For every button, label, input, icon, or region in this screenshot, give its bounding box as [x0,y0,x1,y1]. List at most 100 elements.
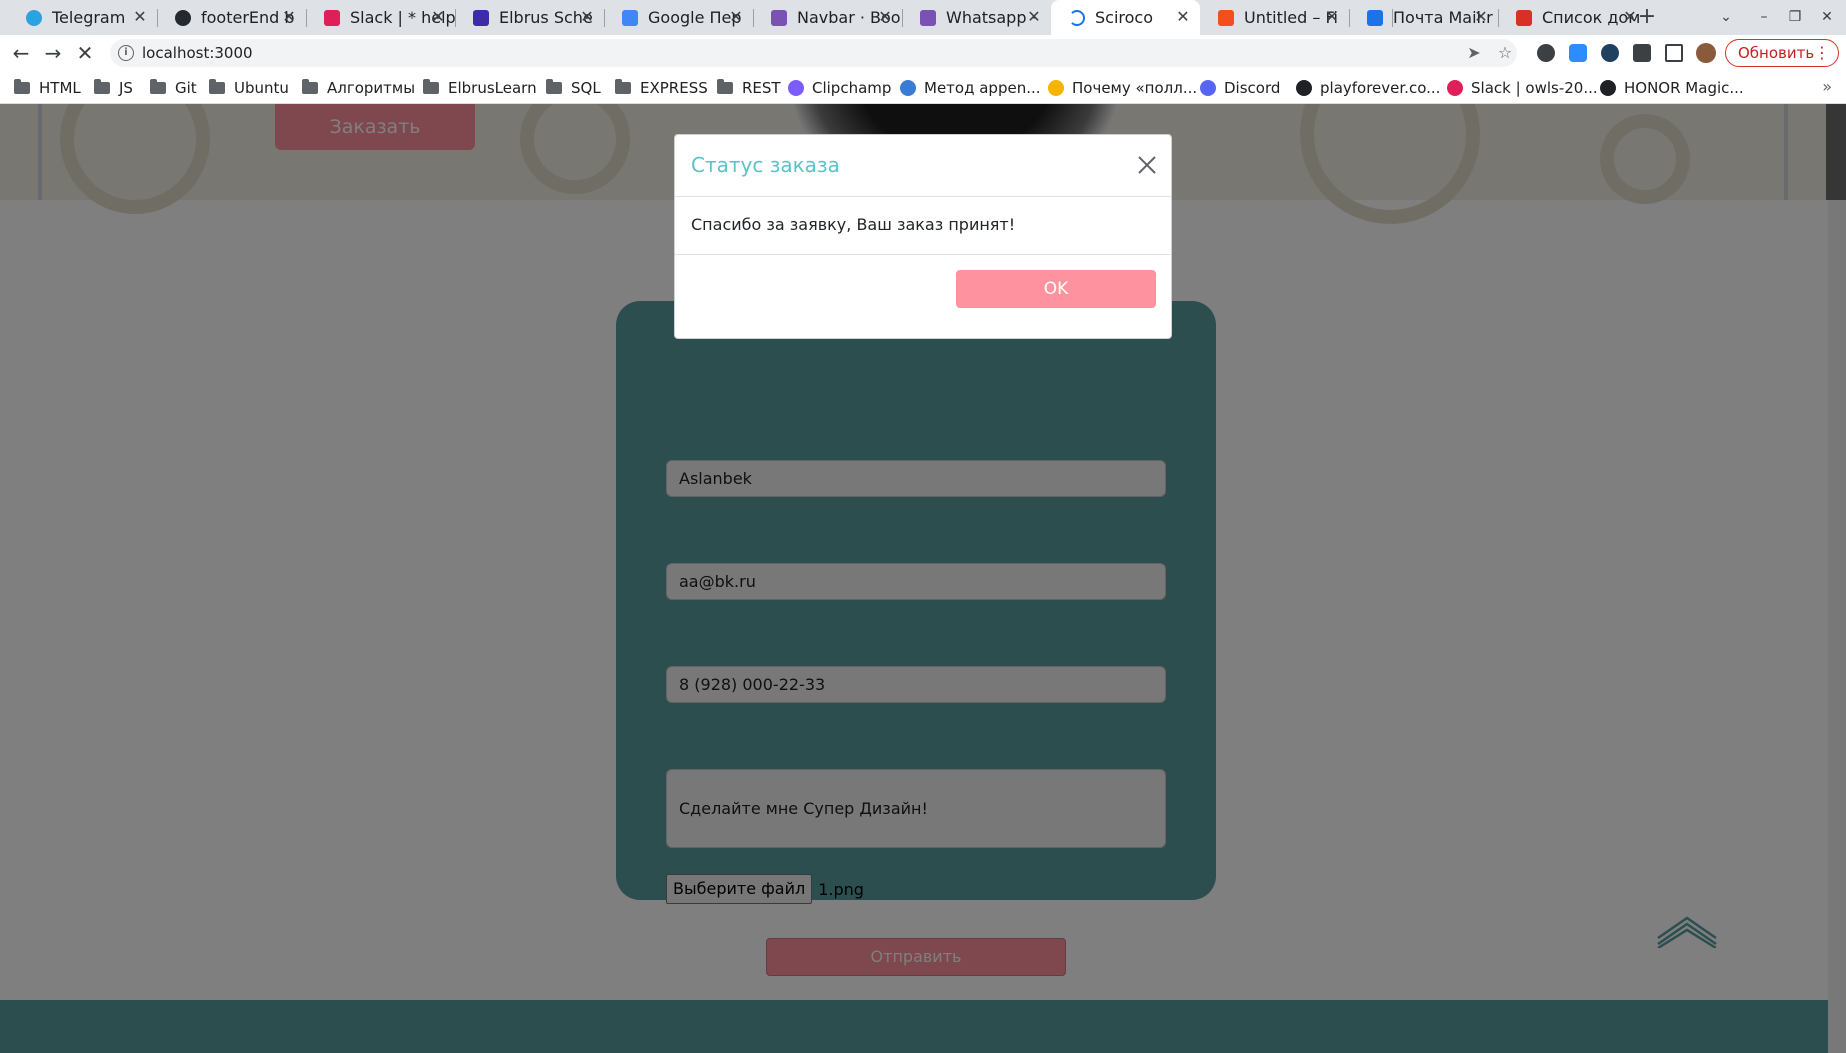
extension-icon-1[interactable] [1537,44,1555,62]
extension-icon-3[interactable] [1601,44,1619,62]
browser-tab[interactable]: Navbar · Boo ✕ [753,0,902,35]
slack-icon [324,9,340,26]
bookmark-item[interactable]: SQL [546,77,601,99]
browser-tab[interactable]: footerEnd b ✕ [157,0,306,35]
bookmark-label: SQL [571,79,601,97]
bookmark-favicon-icon [1600,80,1616,96]
tab-close-icon[interactable]: ✕ [1025,8,1043,26]
bookmark-item[interactable]: Почему «полл... [1048,77,1197,99]
ok-button[interactable]: OK [956,270,1156,308]
tab-close-icon[interactable]: ✕ [578,8,596,26]
url-text[interactable]: localhost:3000 [142,44,253,62]
browser-tab[interactable]: Список дом ✕ [1498,0,1647,35]
folder-icon [150,79,166,94]
bootstrap-icon [771,9,787,26]
tab-close-icon[interactable]: ✕ [131,8,149,26]
browser-tab[interactable]: Untitled – Fi ✕ [1200,0,1349,35]
modal-header: Статус заказа [675,135,1171,197]
minimize-button[interactable]: – [1751,5,1777,29]
tab-close-icon[interactable]: ✕ [1174,8,1192,26]
tab-close-icon[interactable]: ✕ [727,8,745,26]
bookmark-label: JS [119,79,133,97]
tab-close-icon[interactable]: ✕ [280,8,298,26]
folder-icon [423,79,439,94]
tab-close-icon[interactable]: ✕ [1472,8,1490,26]
bookmark-label: ElbrusLearn [448,79,537,97]
google-translate-icon [622,9,638,26]
bookmark-label: HONOR Magic... [1624,79,1744,97]
update-label: Обновить [1738,44,1815,62]
telegram-icon [26,9,42,26]
bookmark-favicon-icon [900,80,916,96]
restore-button[interactable]: ❐ [1782,5,1808,29]
bookmark-favicon-icon [1048,80,1064,96]
bookmark-label: Метод appen... [924,79,1041,97]
bookmark-item[interactable]: Ubuntu [209,77,289,99]
browser-tab[interactable]: Slack | * help ✕ [306,0,455,35]
send-icon[interactable]: ➤ [1463,42,1485,64]
bookmarks-overflow-icon[interactable]: » [1822,77,1832,96]
list-icon [1516,9,1532,26]
bookmark-item[interactable]: Метод appen... [900,77,1041,99]
browser-tab[interactable]: Elbrus Sche ✕ [455,0,604,35]
bookmark-label: Git [175,79,197,97]
bookmark-label: EXPRESS [640,79,708,97]
modal-title: Статус заказа [691,153,840,177]
menu-dots-icon[interactable]: ⋮ [1814,40,1830,66]
bookmark-item[interactable]: HONOR Magic... [1600,77,1744,99]
browser-tab[interactable]: Sciroco ✕ [1051,0,1200,35]
tab-close-icon[interactable]: ✕ [429,8,447,26]
bookmark-favicon-icon [788,80,804,96]
modal-body: Спасибо за заявку, Ваш заказ принят! [675,197,1171,255]
bookmark-star-icon[interactable]: ☆ [1494,42,1516,64]
bookmark-item[interactable]: Slack | owls-20... [1447,77,1598,99]
tab-strip: Telegram ✕ footerEnd b ✕ Slack | * help ✕ Elbr… [0,0,1846,35]
bookmark-item[interactable]: Clipchamp [788,77,891,99]
folder-icon [94,79,110,94]
bookmark-label: Discord [1224,79,1281,97]
forward-button[interactable]: → [40,40,66,66]
bookmark-label: Slack | owls-20... [1471,79,1598,97]
order-status-modal: Статус заказа Спасибо за заявку, Ваш зак… [674,134,1172,339]
bookmark-item[interactable]: HTML [14,77,81,99]
folder-icon [546,79,562,94]
bookmark-favicon-icon [1447,80,1463,96]
bookmark-label: Clipchamp [812,79,892,97]
bookmark-item[interactable]: EXPRESS [615,77,708,99]
side-panel-icon[interactable] [1665,44,1683,62]
bookmark-item[interactable]: Алгоритмы [302,77,415,99]
bookmark-label: Ubuntu [234,79,289,97]
elbrus-icon [473,9,489,26]
bookmark-item[interactable]: ElbrusLearn [423,77,537,99]
loading-icon [1069,9,1085,26]
close-window-button[interactable]: ✕ [1814,5,1840,29]
bookmark-item[interactable]: REST [717,77,781,99]
stop-loading-button[interactable]: ✕ [72,40,98,66]
tab-close-icon[interactable]: ✕ [1323,8,1341,26]
browser-tab[interactable]: Telegram ✕ [8,0,157,35]
browser-tab[interactable]: Whatsapp · ✕ [902,0,1051,35]
new-tab-button[interactable]: + [1634,5,1660,29]
tab-close-icon[interactable]: ✕ [876,8,894,26]
bookmark-item[interactable]: Discord [1200,77,1280,99]
profile-avatar[interactable] [1696,43,1716,63]
update-browser-button[interactable]: Обновить ⋮ [1725,39,1839,67]
figma-icon [1218,9,1234,26]
back-button[interactable]: ← [8,40,34,66]
address-bar[interactable]: i localhost:3000 ➤ ☆ [110,39,1517,67]
bookmark-item[interactable]: playforever.co... [1296,77,1440,99]
site-info-icon[interactable]: i [118,45,134,61]
bookmark-item[interactable]: JS [94,77,133,99]
extensions-puzzle-icon[interactable] [1633,44,1651,62]
bookmark-label: Почему «полл... [1072,79,1198,97]
folder-icon [14,79,30,94]
extension-zoom-icon[interactable] [1569,44,1587,62]
modal-message: Спасибо за заявку, Ваш заказ принят! [691,215,1016,234]
browser-toolbar: ← → ✕ i localhost:3000 ➤ ☆ [0,35,1846,71]
close-icon[interactable] [1135,153,1159,177]
browser-tab[interactable]: Почта Mail.r ✕ [1349,0,1498,35]
tab-search-chevron-icon[interactable]: ⌄ [1713,5,1739,29]
bookmark-label: playforever.co... [1320,79,1441,97]
browser-tab[interactable]: Google Пер ✕ [604,0,753,35]
bookmark-item[interactable]: Git [150,77,197,99]
